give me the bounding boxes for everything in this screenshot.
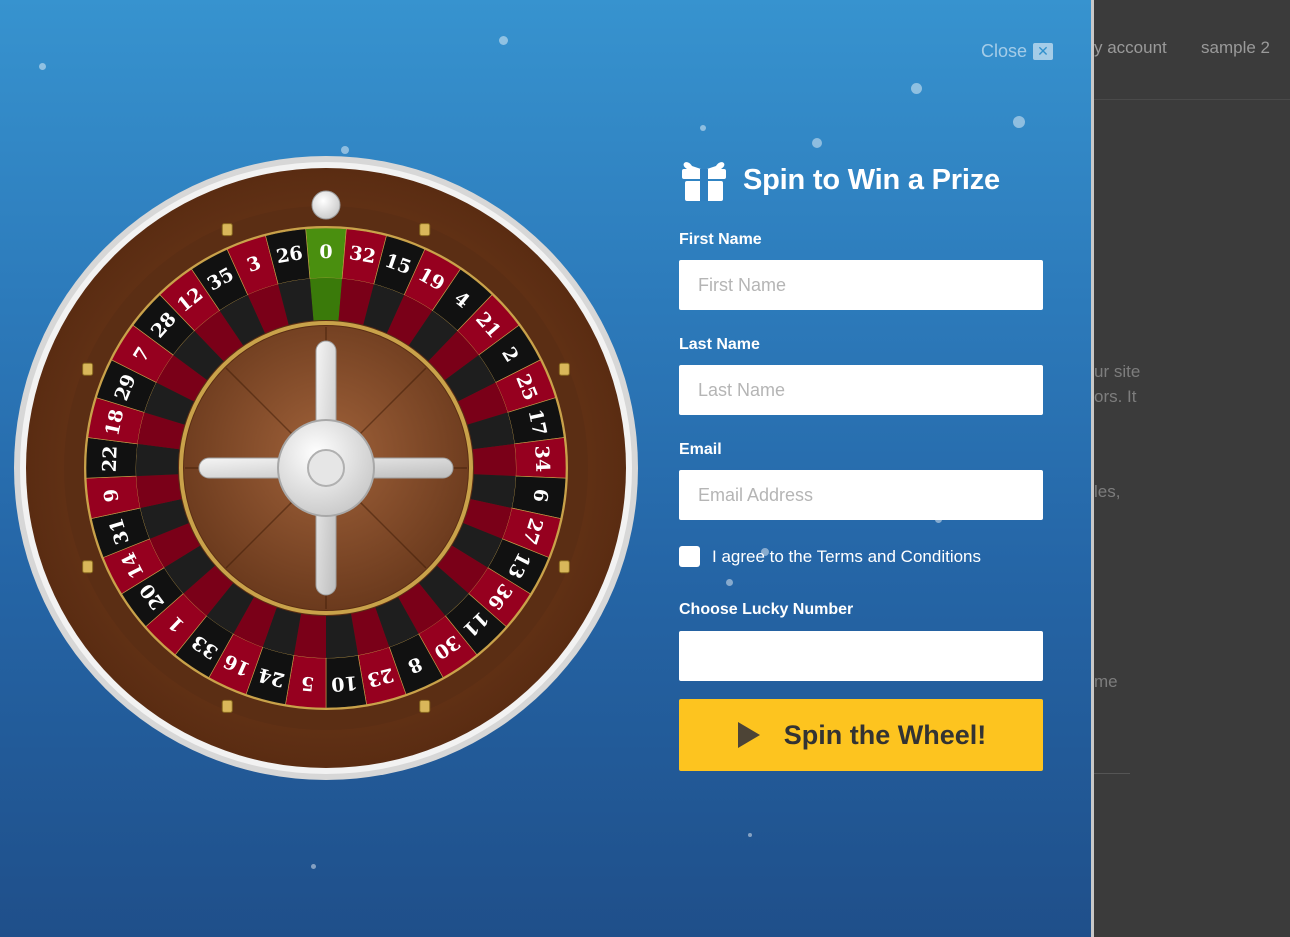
nav-link-my-account[interactable]: y account <box>1094 38 1167 58</box>
first-name-input[interactable] <box>679 260 1043 310</box>
gift-icon <box>682 162 726 201</box>
snow-dot <box>1013 116 1025 128</box>
snow-dot <box>725 578 733 586</box>
background-text: ors. It <box>1094 387 1137 406</box>
wheel-number: 9 <box>100 487 124 503</box>
wheel-number: 10 <box>330 671 358 695</box>
roulette-wheel-graphic: 0 32 15 19421225173462713361130823105241633… <box>14 156 638 780</box>
wheel-pocket <box>136 443 180 477</box>
agree-terms-row: I agree to the Terms and Conditions <box>679 546 981 567</box>
form-title: Spin to Win a Prize <box>743 163 1000 196</box>
close-button[interactable]: Close ✕ <box>981 40 1054 62</box>
snow-dot <box>310 863 316 869</box>
email-input[interactable] <box>679 470 1043 520</box>
background-divider <box>1094 773 1130 774</box>
spin-to-win-popup: Close ✕ 0 32 15 19 4 21 2 25 17 34 6 27 … <box>0 0 1091 937</box>
spin-button-label: Spin the Wheel! <box>783 719 987 750</box>
snow-dot <box>700 125 706 131</box>
last-name-label: Last Name <box>679 336 760 353</box>
wheel-number: 5 <box>300 672 315 695</box>
wheel-number: 6 <box>528 487 552 503</box>
wheel-stud <box>558 362 570 376</box>
background-text: me <box>1094 672 1118 691</box>
background-text: les, <box>1094 482 1121 501</box>
lucky-number-input[interactable] <box>679 631 1043 681</box>
wheel-stud <box>419 223 431 237</box>
snow-dot <box>812 138 822 148</box>
nav-link-sample-2[interactable]: sample 2 <box>1201 38 1270 58</box>
email-label: Email <box>679 441 722 458</box>
agree-terms-label[interactable]: I agree to the Terms and Conditions <box>712 547 981 567</box>
wheel-pocket <box>309 278 343 321</box>
form-header: Spin to Win a Prize <box>679 158 1000 202</box>
last-name-input[interactable] <box>679 365 1043 415</box>
wheel-number: 22 <box>99 445 122 472</box>
wheel-stud <box>82 560 94 574</box>
wheel-number: 0 <box>319 241 332 263</box>
snow-dot <box>341 146 349 154</box>
spin-the-wheel-button[interactable]: Spin the Wheel! <box>679 699 1043 771</box>
close-icon: ✕ <box>1033 42 1054 60</box>
play-icon <box>737 722 760 748</box>
first-name-label: First Name <box>679 231 762 248</box>
agree-terms-checkbox[interactable] <box>679 546 700 567</box>
wheel-stud <box>221 699 233 713</box>
wheel-number: 26 <box>275 242 305 268</box>
roulette-ball <box>311 190 341 220</box>
wheel-number: 32 <box>348 242 378 268</box>
popup-edge <box>1091 0 1094 937</box>
wheel-stud <box>558 560 570 574</box>
wheel-pocket <box>472 443 516 477</box>
snow-dot <box>910 82 922 94</box>
wheel-stud <box>419 699 431 713</box>
background-nav: y account sample 2 <box>1094 0 1290 100</box>
wheel-number: 34 <box>530 445 553 472</box>
wheel-stud <box>221 223 233 237</box>
roulette-wheel[interactable]: 0 32 15 19 4 21 2 25 17 34 6 27 13 36 11 30 8 23 10 5 24 16 33… <box>13 155 639 781</box>
snow-dot <box>38 62 46 70</box>
snow-dot <box>748 833 752 837</box>
close-label: Close <box>981 40 1028 61</box>
snow-dot <box>498 35 508 45</box>
wheel-stud <box>82 362 94 376</box>
lucky-number-label: Choose Lucky Number <box>679 601 854 618</box>
background-text: ur site <box>1094 362 1141 381</box>
